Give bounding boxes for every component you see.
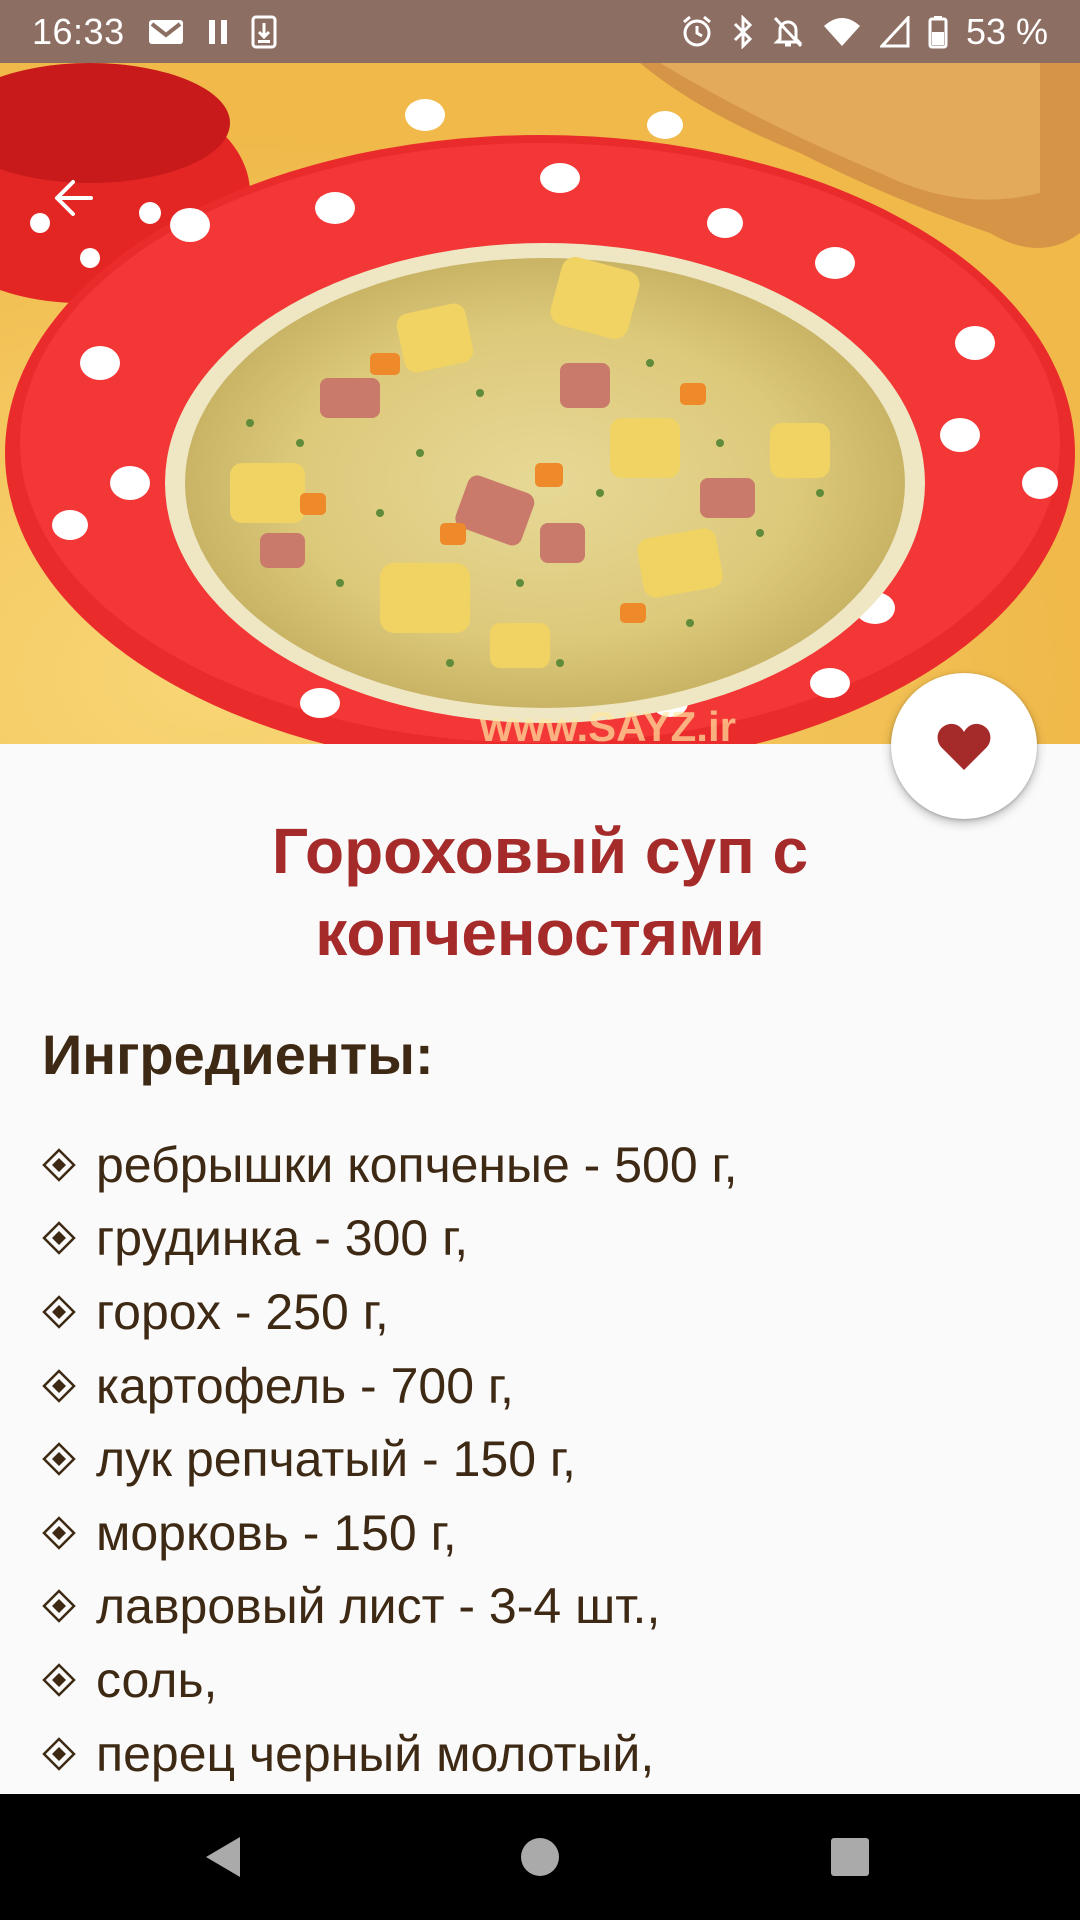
signal-icon <box>879 15 910 48</box>
pause-icon <box>207 18 229 46</box>
battery-percent: 53 % <box>965 10 1048 52</box>
recipe-title: Гороховый суп с копченостями <box>271 815 809 969</box>
ingredient-text: лук репчатый - 150 г, <box>96 1431 576 1488</box>
ingredient-item: морковь - 150 г, <box>42 1496 738 1570</box>
battery-icon <box>928 15 948 49</box>
status-time: 16:33 <box>32 10 125 52</box>
wifi-icon <box>822 16 862 48</box>
recipe-photo: www.SAYZ.ir <box>0 63 1080 744</box>
ingredient-text: перец черный молотый, <box>96 1725 655 1782</box>
ingredient-item: соль, <box>42 1643 738 1717</box>
ingredient-item: лавровый лист - 3-4 шт., <box>42 1570 738 1644</box>
ingredient-text: ребрышки копченые - 500 г, <box>96 1136 738 1193</box>
ingredient-item: перец черный молотый, <box>42 1717 738 1791</box>
nav-recents-button[interactable] <box>817 1824 883 1890</box>
nav-back-button[interactable] <box>191 1824 257 1890</box>
ingredient-item: ребрышки копченые - 500 г, <box>42 1128 738 1202</box>
diamond-bullet-icon <box>42 1515 76 1550</box>
ingredient-text: грудинка - 300 г, <box>96 1210 469 1267</box>
nav-recents-icon <box>831 1838 869 1876</box>
arrow-back-icon <box>55 180 93 216</box>
ingredient-item: картофель - 700 г, <box>42 1349 738 1423</box>
nav-home-icon <box>521 1838 559 1876</box>
nav-back-icon <box>206 1837 240 1877</box>
diamond-bullet-icon <box>42 1295 76 1329</box>
bluetooth-icon <box>732 14 754 49</box>
svg-text:www.SAYZ.ir: www.SAYZ.ir <box>479 703 736 744</box>
dnd-off-icon <box>772 15 804 49</box>
navigation-bar <box>0 1794 1080 1920</box>
diamond-bullet-icon <box>42 1442 76 1476</box>
diamond-bullet-icon <box>42 1368 76 1403</box>
recipe-content: Гороховый суп с копченостями Ингредиенты… <box>0 744 1080 1794</box>
alarm-icon <box>680 15 714 49</box>
diamond-bullet-icon <box>42 1148 76 1182</box>
download-icon <box>251 15 277 49</box>
diamond-bullet-icon <box>42 1221 76 1256</box>
ingredient-text: горох - 250 г, <box>96 1283 389 1340</box>
ingredients-list: ребрышки копченые - 500 г, грудинка - 30… <box>42 1128 738 1790</box>
ingredient-text: морковь - 150 г, <box>96 1504 457 1561</box>
ingredient-text: картофель - 700 г, <box>96 1357 514 1414</box>
status-bar: 16:33 53 % <box>0 0 1080 63</box>
diamond-bullet-icon <box>42 1589 76 1624</box>
ingredient-item: грудинка - 300 г, <box>42 1202 738 1276</box>
gmail-icon <box>147 17 185 47</box>
ingredient-item: лук репчатый - 150 г, <box>42 1422 738 1496</box>
ingredient-text: лавровый лист - 3-4 шт., <box>96 1578 661 1635</box>
ingredient-item: горох - 250 г, <box>42 1275 738 1349</box>
ingredient-text: соль, <box>96 1651 218 1708</box>
diamond-bullet-icon <box>42 1663 76 1697</box>
ingredients-heading: Ингредиенты: <box>42 1023 434 1086</box>
back-button[interactable] <box>38 163 108 233</box>
diamond-bullet-icon <box>42 1736 76 1771</box>
nav-home-button[interactable] <box>507 1824 573 1890</box>
